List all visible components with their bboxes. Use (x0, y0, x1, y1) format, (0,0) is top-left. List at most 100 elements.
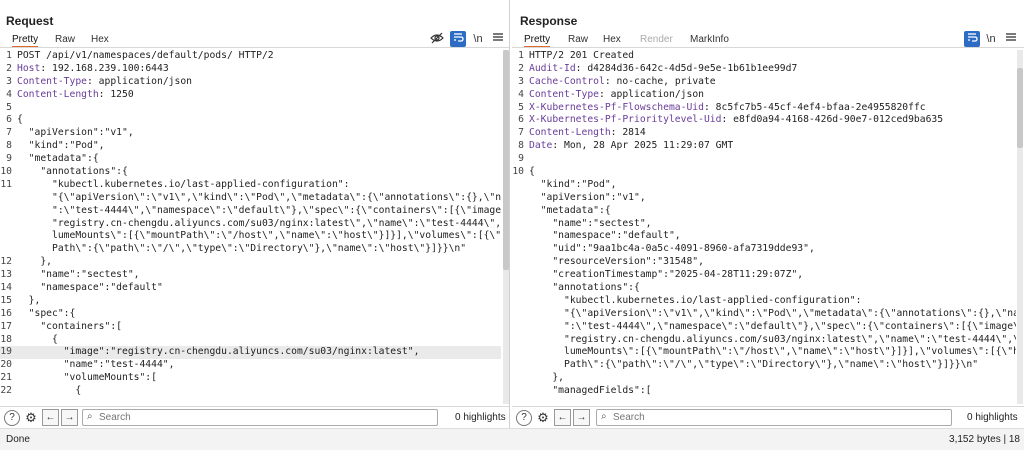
wrap-icon[interactable] (450, 31, 466, 47)
request-line-number (0, 243, 17, 256)
response-code-line: "creationTimestamp":"2025-04-28T11:29:07… (512, 269, 1016, 282)
header-value: : no-cache, private (604, 75, 716, 87)
wrap-icon[interactable] (964, 31, 980, 47)
response-code-line: 7 Content-Length: 2814 (512, 127, 1016, 140)
response-code-line: "{\"apiVersion\":\"v1\",\"kind\":\"Pod\"… (512, 308, 1016, 321)
response-line-number (512, 385, 529, 398)
tab-response-render[interactable]: Render (640, 33, 673, 46)
request-code-line: 14 "namespace":"default" (0, 282, 501, 295)
request-scrollbar-thumb[interactable] (503, 50, 509, 270)
request-line-text: Path\":{\"path\":\"/\",\"type\":\"Direct… (17, 243, 467, 255)
response-line-text: Content-Type: application/json (529, 89, 704, 102)
request-line-text: { (17, 114, 23, 126)
request-line-text: ":\"test-4444\",\"namespace\":\"default\… (17, 204, 501, 216)
response-code-line: 2 Audit-Id: d4284d36-642c-4d5d-9e5e-1b61b… (512, 63, 1016, 76)
tab-response-raw[interactable]: Raw (568, 33, 588, 46)
response-line-text: X-Kubernetes-Pf-Flowschema-Uid: 8c5fc7b5… (529, 102, 926, 115)
response-line-text: { (529, 166, 535, 178)
menu-icon[interactable] (490, 31, 506, 47)
request-line-number: 21 (0, 372, 12, 384)
help-icon[interactable]: ? (4, 410, 20, 426)
tab-response-pretty[interactable]: Pretty (524, 33, 551, 48)
status-bar: Done 3,152 bytes | 18 (0, 428, 1024, 450)
settings-gear-icon[interactable]: ⚙ (23, 410, 39, 426)
header-value: : Mon, 28 Apr 2025 11:29:07 GMT (552, 140, 734, 152)
settings-gear-icon[interactable]: ⚙ (535, 410, 551, 426)
next-arrow-icon[interactable]: → (573, 409, 590, 426)
help-icon[interactable]: ? (516, 410, 532, 426)
header-key: Content-Length (529, 127, 611, 139)
request-code-line: lumeMounts\":[{\"mountPath\":\"/host\",\… (0, 230, 501, 243)
previous-arrow-icon[interactable]: ← (554, 409, 571, 426)
request-search-input[interactable] (99, 410, 435, 425)
response-code-line: "uid":"9aa1bc4a-0a5c-4091-8960-afa7319dd… (512, 243, 1016, 256)
response-code-line: Path\":{\"path\":\"/\",\"type\":\"Direct… (512, 359, 1016, 372)
response-line-number: 2 (518, 62, 524, 74)
request-code-line: "{\"apiVersion\":\"v1\",\"kind\":\"Pod\"… (0, 192, 501, 205)
request-line-number: 2 (6, 62, 12, 74)
response-line-number: 7 (518, 127, 524, 139)
response-scrollbar-thumb[interactable] (1017, 68, 1023, 148)
response-scrollbar[interactable] (1017, 50, 1023, 404)
request-line-text: "metadata":{ (17, 153, 99, 165)
response-highlights-count: 0 highlights (967, 412, 1018, 423)
header-key: Cache-Control (529, 75, 605, 87)
request-editor[interactable]: 1 POST /api/v1/namespaces/default/pods/ H… (0, 50, 501, 404)
header-key: Content-Type (529, 88, 599, 100)
response-line-text: ":\"test-4444\",\"namespace\":\"default\… (529, 320, 1016, 332)
eye-off-icon[interactable] (429, 31, 445, 47)
request-line-number: 7 (6, 127, 12, 139)
header-value: : application/json (599, 88, 704, 100)
response-line-number (512, 243, 529, 256)
request-line-text: "namespace":"default" (17, 282, 163, 294)
response-line-text: HTTP/2 201 Created (529, 50, 634, 61)
response-line-number (512, 218, 529, 231)
response-code-line: ":\"test-4444\",\"namespace\":\"default\… (512, 321, 1016, 334)
request-code-line: 9 "metadata":{ (0, 153, 501, 166)
tab-response-markinfo[interactable]: MarkInfo (690, 33, 729, 46)
request-scrollbar[interactable] (503, 50, 509, 404)
header-key: Date (529, 140, 553, 152)
search-icon: ⌕ (601, 411, 607, 422)
header-key: X-Kubernetes-Pf-Flowschema-Uid (529, 101, 704, 113)
request-line-number: 10 (0, 166, 12, 178)
menu-icon[interactable] (1003, 31, 1019, 47)
response-line-text: "kubectl.kubernetes.io/last-applied-conf… (529, 294, 862, 306)
request-code-line: 6{ (0, 114, 501, 127)
response-line-number: 10 (512, 166, 524, 178)
request-bottom-bar: ? ⚙ ← → ⌕ 0 highlights (0, 406, 509, 428)
request-code-line: 22 { (0, 385, 501, 398)
response-line-number (512, 256, 529, 269)
response-bottom-bar: ? ⚙ ← → ⌕ 0 highlights (512, 406, 1024, 428)
response-editor[interactable]: 1 HTTP/2 201 Created 2 Audit-Id: d4284d36-6… (512, 50, 1016, 404)
request-line-number: 8 (6, 140, 12, 152)
request-code-line: 12 }, (0, 256, 501, 269)
request-line-number: 5 (6, 101, 12, 113)
tab-request-hex[interactable]: Hex (91, 33, 109, 46)
request-code-line: Path\":{\"path\":\"/\",\"type\":\"Direct… (0, 243, 501, 256)
request-code-line: "registry.cn-chengdu.aliyuncs.com/su03/n… (0, 218, 501, 231)
response-search-input[interactable] (613, 410, 949, 425)
next-arrow-icon[interactable]: → (61, 409, 78, 426)
request-line-text: { (17, 333, 58, 345)
response-line-number (512, 359, 529, 372)
header-value: : 2814 (610, 127, 646, 139)
newline-icon[interactable]: \n (470, 31, 486, 47)
tab-request-pretty[interactable]: Pretty (12, 33, 39, 48)
previous-arrow-icon[interactable]: ← (42, 409, 59, 426)
newline-icon[interactable]: \n (983, 31, 999, 47)
header-value: : e8fd0a94-4168-426d-90e7-012ced9ba635 (721, 114, 944, 126)
tab-request-raw[interactable]: Raw (55, 33, 75, 46)
request-line-text: }, (17, 294, 41, 306)
response-line-text: Audit-Id: d4284d36-642c-4d5d-9e5e-1b61b1… (529, 63, 797, 76)
request-line-number: 18 (0, 333, 12, 345)
response-line-number: 6 (518, 114, 524, 126)
response-search: ⌕ (596, 409, 952, 426)
request-line-number: 4 (6, 88, 12, 100)
tab-response-hex[interactable]: Hex (603, 33, 621, 46)
response-code-line: lumeMounts\":[{\"mountPath\":\"/host\",\… (512, 346, 1016, 359)
header-key: Content-Length (17, 88, 99, 100)
request-line-number: 15 (0, 294, 12, 306)
response-line-number (512, 269, 529, 282)
request-line-text: "{\"apiVersion\":\"v1\",\"kind\":\"Pod\"… (17, 191, 501, 203)
